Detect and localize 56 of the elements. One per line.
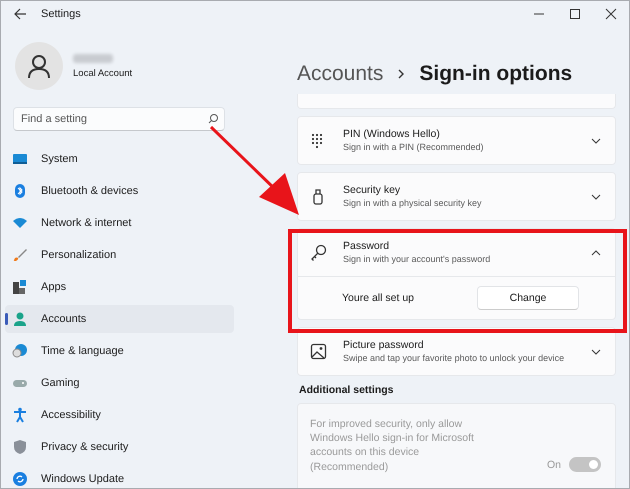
chevron-down-icon[interactable] xyxy=(591,136,601,144)
nav-item[interactable]: Bluetooth & devices xyxy=(5,177,234,205)
nav-item[interactable]: Time & language xyxy=(5,337,234,365)
option-card[interactable]: Picture password Swipe and tap your favorite photo to unlock your device xyxy=(297,327,616,376)
option-card[interactable]: PIN (Windows Hello) Sign in with a PIN (Recommended) xyxy=(297,116,616,165)
section-heading: Additional settings xyxy=(299,384,394,396)
nav-item[interactable]: Accessibility xyxy=(5,401,234,429)
nav-item[interactable]: Personalization xyxy=(5,241,234,269)
back-icon[interactable] xyxy=(13,6,27,20)
redacted-name xyxy=(73,54,113,62)
search-icon xyxy=(208,113,219,124)
option-description: Swipe and tap your favorite photo to unlock your device xyxy=(343,352,566,364)
page-title: Sign-in options xyxy=(419,62,572,86)
monitor-icon xyxy=(12,151,28,167)
option-card[interactable]: Security key Sign in with a physical security key xyxy=(297,172,616,221)
person-icon xyxy=(27,54,51,78)
nav-item[interactable]: Privacy & security xyxy=(5,433,234,461)
option-title: PIN (Windows Hello) xyxy=(343,128,441,140)
bluetooth-icon xyxy=(12,183,28,199)
toggle-label: On xyxy=(546,458,561,470)
search-field[interactable]: Find a setting xyxy=(13,107,225,131)
option-card[interactable]: Password Sign in with your account's password Youre all set up Change xyxy=(297,228,616,320)
chevron-right-icon xyxy=(397,69,406,79)
option-title: Password xyxy=(343,240,390,252)
picture-icon xyxy=(310,343,327,360)
change-button[interactable]: Change xyxy=(477,286,579,310)
maximize-icon[interactable] xyxy=(569,8,581,20)
window-title: Settings xyxy=(41,8,81,20)
nav-item[interactable]: Gaming xyxy=(5,369,234,397)
nav-item[interactable]: Apps xyxy=(5,273,234,301)
breadcrumb-link[interactable]: Accounts xyxy=(297,62,384,86)
close-icon[interactable] xyxy=(605,8,617,20)
chevron-down-icon[interactable] xyxy=(591,348,601,356)
option-description: Sign in with your account's password xyxy=(343,254,492,266)
person-icon xyxy=(12,311,28,327)
option-description: Sign in with a physical security key xyxy=(343,198,483,210)
option-description: Sign in with a PIN (Recommended) xyxy=(343,142,485,154)
wifi-icon xyxy=(12,215,28,231)
nav-item[interactable]: Windows Update xyxy=(5,465,234,488)
nav-item[interactable]: System xyxy=(5,145,234,173)
option-title: Picture password xyxy=(343,338,425,351)
shield-icon xyxy=(12,439,28,455)
globe-clock-icon xyxy=(12,343,28,359)
chevron-up-icon[interactable] xyxy=(591,248,601,256)
nav-item[interactable]: Accounts xyxy=(5,305,234,333)
chevron-down-icon[interactable] xyxy=(591,192,601,200)
account-type: Local Account xyxy=(73,68,132,78)
key-icon xyxy=(310,244,327,261)
status-text: Youre all set up xyxy=(342,292,415,304)
paintbrush-icon xyxy=(12,247,28,263)
accessibility-icon xyxy=(12,407,28,423)
refresh-icon xyxy=(12,471,28,487)
apps-icon xyxy=(12,279,28,295)
option-title: Security key xyxy=(343,184,402,196)
setting-description: For improved security, only allow Windows Hello sign-in for Microsoft accounts on this device (Recommended) xyxy=(310,417,475,474)
nav-item[interactable]: Network & internet xyxy=(5,209,234,237)
